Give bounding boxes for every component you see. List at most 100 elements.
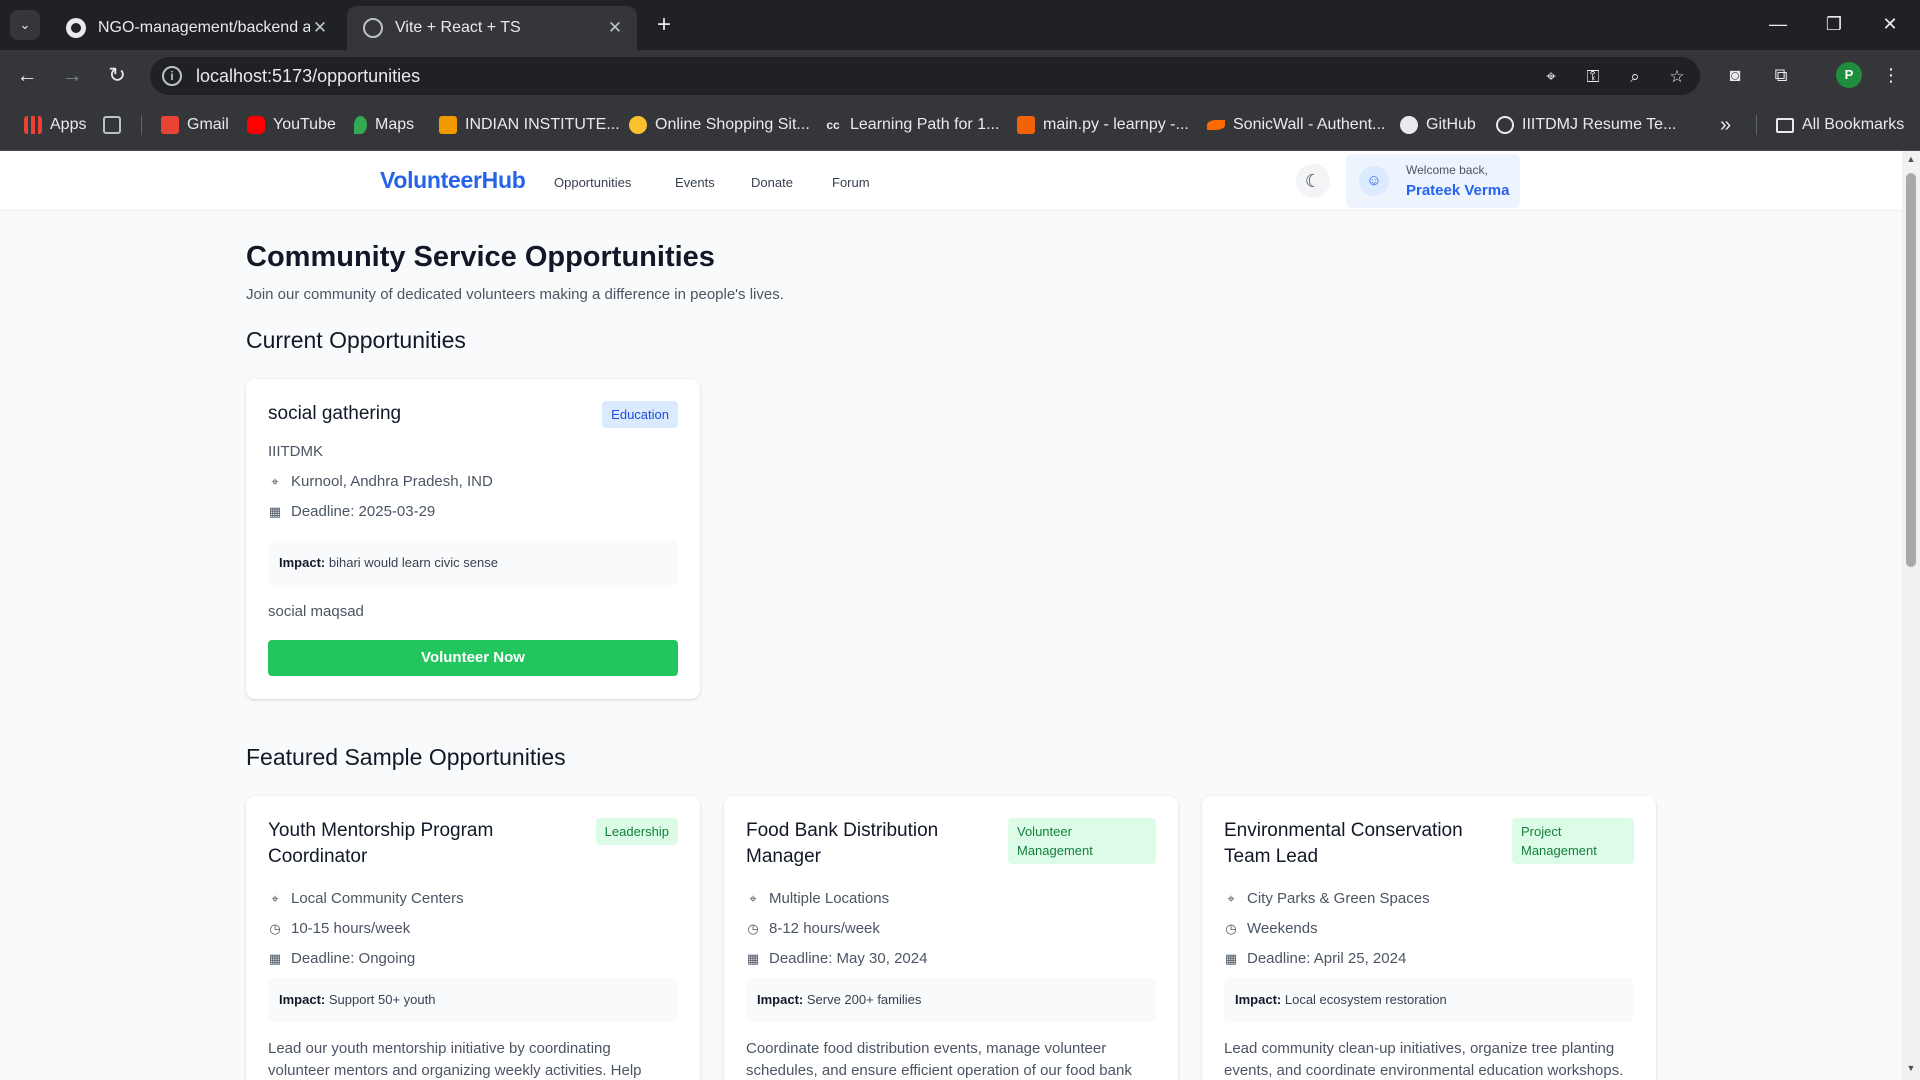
page-scrollbar[interactable]: ▲ ▼ [1902, 151, 1920, 1080]
nav-link-forum[interactable]: Forum [832, 175, 870, 190]
deadline-row: ▦ Deadline: May 30, 2024 [746, 950, 928, 967]
site-navbar: VolunteerHub Opportunities Events Donate… [0, 151, 1902, 211]
bookmark-youtube[interactable]: YouTube [247, 114, 336, 136]
bookmark-maps[interactable]: Maps [354, 114, 414, 136]
card-title: Youth Mentorship Program Coordinator [268, 818, 493, 870]
calendar-icon: ▦ [1224, 950, 1238, 966]
site-info-icon[interactable]: i [162, 66, 182, 86]
map-pin-icon: ⌖ [749, 890, 757, 906]
extensions-puzzle-icon[interactable]: ⧉ [1768, 62, 1794, 88]
bookmark-online-shopping[interactable]: Online Shopping Sit... [629, 114, 810, 136]
description-line: Lead community clean-up initiatives, org… [1224, 1040, 1615, 1057]
impact-box: Impact: bihari would learn civic sense [268, 541, 678, 585]
scroll-up-arrow-icon[interactable]: ▲ [1906, 154, 1916, 164]
calendar-icon: ▦ [268, 503, 282, 519]
overleaf-icon [1496, 116, 1514, 134]
card-description: Lead our youth mentorship initiative by … [268, 1038, 642, 1080]
badge-line: Project [1521, 824, 1562, 839]
flipkart-icon [629, 116, 647, 134]
address-bar[interactable]: i localhost:5173/opportunities ⌖ ⚿ ⌕ ☆ [150, 57, 1700, 95]
hours-row: ◷ Weekends [1224, 920, 1317, 937]
zoom-icon[interactable]: ⌕ [1623, 65, 1647, 89]
tab-groups-grid-icon[interactable] [103, 114, 129, 136]
description-line: events, and coordinate environmental edu… [1224, 1062, 1624, 1079]
user-profile-chip[interactable]: ☺ Welcome back, Prateek Verma [1346, 154, 1520, 208]
bookmark-label: Gmail [187, 116, 229, 133]
bookmark-learning-path[interactable]: cc Learning Path for 1... [824, 114, 999, 136]
deadline-text: Deadline: May 30, 2024 [769, 950, 928, 967]
profile-avatar[interactable]: P [1836, 62, 1862, 88]
minimize-icon[interactable]: — [1750, 8, 1806, 40]
forward-arrow-icon[interactable]: → [56, 60, 88, 92]
deadline-text: Deadline: April 25, 2024 [1247, 950, 1407, 967]
gmail-icon [161, 116, 179, 134]
impact-label: Impact: [757, 992, 804, 1007]
scrollbar-thumb[interactable] [1906, 173, 1916, 567]
bookmark-label: SonicWall - Authent... [1233, 116, 1386, 133]
youtube-icon [247, 116, 265, 134]
impact-box: Impact: Support 50+ youth [268, 978, 678, 1022]
tab-search-chevron-icon[interactable]: ⌄ [10, 10, 40, 40]
bookmark-label: GitHub [1426, 116, 1476, 133]
user-name: Prateek Verma [1406, 182, 1510, 199]
impact-text: Serve 200+ families [806, 992, 922, 1007]
scroll-down-arrow-icon[interactable]: ▼ [1906, 1063, 1916, 1073]
menu-kebab-icon[interactable]: ⋮ [1878, 62, 1904, 88]
reload-icon[interactable]: ↻ [101, 60, 133, 92]
bookmark-main-py[interactable]: main.py - learnpy -... [1017, 114, 1189, 136]
restore-icon[interactable]: ❐ [1806, 8, 1862, 40]
maps-icon [354, 116, 367, 134]
location-row: ⌖ Kurnool, Andhra Pradesh, IND [268, 473, 493, 490]
bookmark-apps[interactable]: Apps [24, 114, 86, 136]
institute-icon [439, 116, 457, 134]
card-description: Coordinate food distribution events, man… [746, 1038, 1132, 1080]
bookmark-label: Online Shopping Sit... [655, 116, 810, 133]
organization-name: IIITDMK [268, 443, 323, 460]
bookmark-star-icon[interactable]: ☆ [1665, 65, 1689, 89]
back-arrow-icon[interactable]: ← [11, 60, 43, 92]
badge-line: Management [1017, 843, 1093, 858]
nav-link-donate[interactable]: Donate [751, 175, 793, 190]
bookmarks-divider [141, 115, 142, 135]
location-text: Local Community Centers [291, 890, 464, 907]
bookmark-iiitdmj-resume[interactable]: IIITDMJ Resume Te... [1496, 114, 1676, 136]
bookmark-gmail[interactable]: Gmail [161, 114, 229, 136]
impact-box: Impact: Serve 200+ families [746, 978, 1156, 1022]
tab-close-icon[interactable]: ✕ [310, 18, 330, 38]
bookmark-sonicwall[interactable]: SonicWall - Authent... [1207, 114, 1385, 136]
location-off-icon[interactable]: ⌖ [1539, 65, 1563, 89]
browser-tab-github[interactable]: NGO-management/backend at ✕ [50, 6, 342, 50]
featured-opportunity-card: Food Bank Distribution Manager Volunteer… [724, 796, 1178, 1080]
brand-logo[interactable]: VolunteerHub [380, 167, 526, 194]
window-close-icon[interactable]: ✕ [1862, 8, 1918, 40]
grid-icon [103, 116, 121, 134]
featured-opportunity-card: Youth Mentorship Program Coordinator Lea… [246, 796, 700, 1080]
card-title-line: Manager [746, 846, 821, 867]
clock-icon: ◷ [1225, 920, 1237, 936]
screenshot-camera-icon[interactable]: ◙ [1722, 62, 1748, 88]
bookmark-indian-institute[interactable]: INDIAN INSTITUTE... [439, 114, 620, 136]
more-bookmarks-chevron-icon[interactable]: » [1720, 114, 1731, 136]
bookmark-github[interactable]: GitHub [1400, 114, 1476, 136]
card-title-line: Environmental Conservation [1224, 820, 1463, 841]
browser-tab-active[interactable]: Vite + React + TS ✕ [347, 6, 637, 50]
all-bookmarks-button[interactable]: All Bookmarks [1776, 114, 1904, 136]
bookmark-label: Learning Path for 1... [850, 116, 1000, 133]
password-key-icon[interactable]: ⚿ [1581, 65, 1605, 89]
nav-link-events[interactable]: Events [675, 175, 715, 190]
location-text: Kurnool, Andhra Pradesh, IND [291, 473, 493, 490]
description-line: schedules, and ensure efficient operatio… [746, 1062, 1132, 1079]
badge-line: Leadership [604, 824, 669, 839]
dark-mode-moon-icon[interactable]: ☾ [1296, 164, 1330, 198]
badge-line: Volunteer [1017, 824, 1072, 839]
description-line: volunteer mentors and organizing weekly … [268, 1062, 642, 1079]
card-title-line: Food Bank Distribution [746, 820, 939, 841]
new-tab-plus-icon[interactable]: + [650, 10, 678, 40]
clock-icon: ◷ [747, 920, 759, 936]
tab-close-icon[interactable]: ✕ [605, 18, 625, 38]
volunteer-now-button[interactable]: Volunteer Now [268, 640, 678, 676]
current-opportunities-heading: Current Opportunities [246, 327, 466, 353]
card-title: Environmental Conservation Team Lead [1224, 818, 1463, 870]
url-text[interactable]: localhost:5173/opportunities [196, 66, 420, 87]
nav-link-opportunities[interactable]: Opportunities [554, 175, 631, 190]
